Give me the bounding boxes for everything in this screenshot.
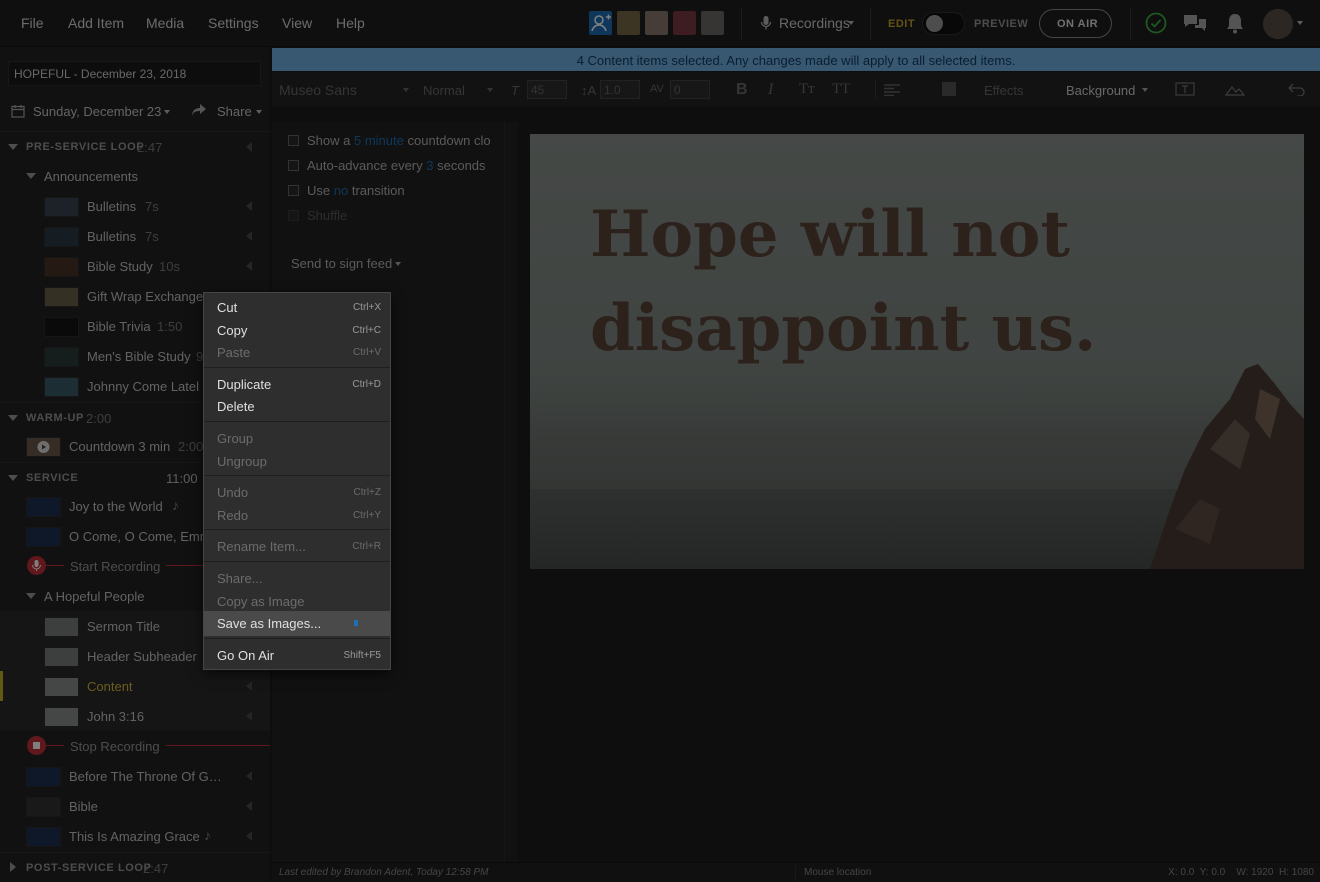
menu-item-duplicate[interactable]: Duplicate Ctrl+D <box>204 373 390 395</box>
menu-item-delete[interactable]: Delete <box>204 395 390 417</box>
menu-separator <box>204 421 390 422</box>
menu-item-rename: Rename Item... Ctrl+R <box>204 535 390 557</box>
menu-item-redo: Redo Ctrl+Y <box>204 504 390 526</box>
menu-item-shortcut: Ctrl+R <box>352 541 381 552</box>
menu-item-label: Paste <box>217 345 251 360</box>
menu-item-shortcut: Ctrl+Z <box>353 487 382 498</box>
menu-item-label: Group <box>217 431 254 446</box>
menu-separator <box>204 475 390 476</box>
cursor-indicator-icon <box>354 620 358 626</box>
menu-item-shortcut: Ctrl+X <box>352 302 381 313</box>
menu-item-copy-as-image: Copy as Image <box>204 590 390 612</box>
menu-item-label: Redo <box>217 508 249 523</box>
menu-item-shortcut: Ctrl+D <box>352 379 381 390</box>
menu-item-copy[interactable]: Copy Ctrl+C <box>204 319 390 341</box>
menu-item-label: Save as Images... <box>217 616 322 631</box>
menu-item-cut[interactable]: Cut Ctrl+X <box>204 296 390 318</box>
menu-item-label: Undo <box>217 485 249 500</box>
menu-separator <box>204 367 390 368</box>
menu-item-share: Share... <box>204 567 390 589</box>
menu-item-shortcut: Ctrl+V <box>352 347 381 358</box>
menu-item-label: Rename Item... <box>217 539 306 554</box>
context-menu: Cut Ctrl+X Copy Ctrl+C Paste Ctrl+V Dupl… <box>203 292 391 670</box>
menu-item-label: Delete <box>217 399 255 414</box>
menu-separator <box>204 561 390 562</box>
menu-item-label: Share... <box>217 571 263 586</box>
menu-item-ungroup: Ungroup <box>204 450 390 472</box>
menu-item-shortcut: Shift+F5 <box>343 650 381 661</box>
menu-item-label: Ungroup <box>217 454 267 469</box>
menu-item-label: Go On Air <box>217 648 275 663</box>
menu-item-undo: Undo Ctrl+Z <box>204 481 390 503</box>
menu-separator <box>204 529 390 530</box>
menu-item-shortcut: Ctrl+Y <box>352 510 381 521</box>
menu-separator <box>204 638 390 639</box>
menu-item-label: Copy as Image <box>217 594 305 609</box>
menu-item-go-on-air[interactable]: Go On Air Shift+F5 <box>204 644 390 666</box>
menu-item-label: Cut <box>217 300 238 315</box>
menu-item-label: Duplicate <box>217 377 272 392</box>
menu-item-shortcut: Ctrl+C <box>352 325 381 336</box>
modal-dim-overlay[interactable] <box>0 0 1320 882</box>
menu-item-paste: Paste Ctrl+V <box>204 341 390 363</box>
menu-item-save-as-images[interactable]: Save as Images... <box>204 611 390 636</box>
menu-item-group: Group <box>204 427 390 449</box>
menu-item-label: Copy <box>217 323 248 338</box>
